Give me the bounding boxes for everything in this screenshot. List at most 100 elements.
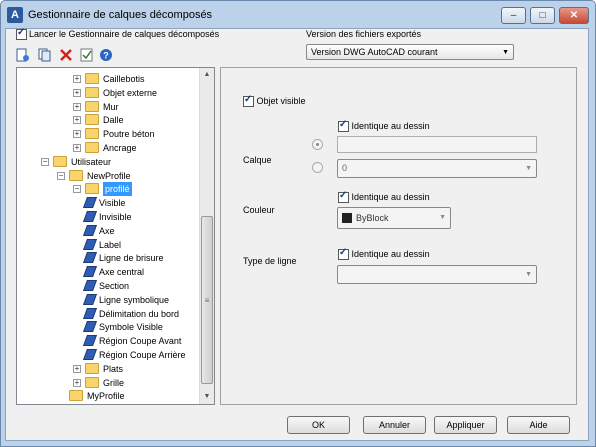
- linetype-select[interactable]: ▼: [337, 265, 537, 284]
- tree-item-label: Ligne de brisure: [99, 253, 164, 264]
- tree-item-label: Dalle: [103, 115, 124, 126]
- maximize-button[interactable]: □: [530, 7, 555, 24]
- scroll-thumb[interactable]: ≡: [201, 216, 213, 384]
- expand-icon[interactable]: +: [73, 88, 81, 97]
- svg-text:?: ?: [103, 51, 109, 61]
- ok-button[interactable]: OK: [287, 416, 350, 434]
- chevron-down-icon: ▼: [525, 165, 532, 172]
- tree-item-label: Axe central: [99, 267, 145, 278]
- linetype-same-label: Identique au dessin: [351, 249, 430, 259]
- tree-item-label: Ligne symbolique: [99, 294, 170, 305]
- layer-tree[interactable]: + Caillebotis + Objet externe + Mur + Dalle + Pou…: [16, 67, 215, 405]
- tree-item-label: Axe: [99, 225, 115, 236]
- calque-name-input[interactable]: [337, 136, 537, 153]
- layer-icon: [82, 321, 98, 333]
- tree-item-label: Région Coupe Arrière: [99, 350, 186, 360]
- linetype-same-checkbox[interactable]: [338, 247, 349, 261]
- layer-icon: [82, 211, 98, 222]
- tree-scrollbar[interactable]: ▲ ≡ ▼: [199, 68, 214, 404]
- calque-new-radio[interactable]: [312, 139, 323, 150]
- new-icon[interactable]: [16, 48, 30, 62]
- launch-manager-option[interactable]: Lancer le Gestionnaire de calques décomp…: [16, 27, 220, 41]
- expand-icon[interactable]: +: [73, 75, 81, 83]
- tree-item-label: Région Coupe Avant: [99, 336, 182, 347]
- couleur-same-option[interactable]: Identique au dessin: [338, 190, 430, 204]
- folder-icon: [85, 114, 99, 126]
- tree-item-label: Grille: [103, 377, 125, 388]
- launch-checkbox[interactable]: [16, 27, 27, 41]
- tree-item-label: Délimitation du bord: [99, 308, 180, 319]
- layer-icon: [82, 349, 98, 360]
- tree-item-label: Plats: [103, 363, 124, 374]
- folder-icon: [69, 390, 83, 402]
- folder-icon: [53, 155, 67, 167]
- folder-icon: [85, 128, 99, 140]
- scroll-up-icon[interactable]: ▲: [200, 68, 214, 82]
- calque-existing-radio[interactable]: [312, 162, 323, 173]
- tree-item-label: Invisible: [99, 212, 132, 222]
- launch-label: Lancer le Gestionnaire de calques décomp…: [29, 29, 220, 39]
- visible-option[interactable]: Objet visible: [243, 94, 306, 108]
- couleur-label: Couleur: [243, 205, 275, 215]
- folder-icon: [69, 169, 83, 181]
- collapse-icon[interactable]: −: [73, 185, 81, 194]
- tree-item-label: Caillebotis: [103, 74, 145, 84]
- scroll-down-icon[interactable]: ▼: [200, 390, 214, 404]
- tree-item-label: Objet externe: [103, 87, 158, 98]
- collapse-icon[interactable]: −: [41, 157, 49, 166]
- couleur-value: ByBlock: [356, 213, 389, 223]
- help-icon[interactable]: ?: [99, 48, 113, 62]
- tree-item-label: Symbole Visible: [99, 322, 163, 333]
- folder-icon: [85, 73, 99, 84]
- folder-icon: [85, 100, 99, 112]
- expand-icon[interactable]: +: [73, 378, 81, 387]
- copy-icon[interactable]: [38, 48, 52, 62]
- delete-icon[interactable]: [59, 48, 73, 62]
- window-title: Gestionnaire de calques décomposés: [28, 9, 213, 21]
- couleur-select[interactable]: ByBlock ▼: [337, 207, 451, 229]
- couleur-same-checkbox[interactable]: [338, 190, 349, 204]
- tree-item-label: Label: [99, 239, 122, 250]
- version-label: Version des fichiers exportés: [306, 29, 422, 39]
- minimize-button[interactable]: –: [501, 7, 526, 24]
- layer-icon: [82, 252, 98, 264]
- expand-icon[interactable]: +: [73, 130, 81, 139]
- calque-same-option[interactable]: Identique au dessin: [338, 119, 430, 133]
- expand-icon[interactable]: +: [73, 144, 81, 152]
- calque-select-value: 0: [342, 163, 348, 173]
- visible-label: Objet visible: [256, 96, 306, 106]
- couleur-same-label: Identique au dessin: [351, 192, 430, 202]
- calque-select[interactable]: 0 ▼: [337, 159, 537, 178]
- tree-item-label: Ancrage: [103, 143, 137, 153]
- autocad-logo-icon: A: [7, 7, 23, 23]
- apply-button[interactable]: Appliquer: [434, 416, 497, 434]
- check-icon[interactable]: [80, 48, 94, 62]
- close-button[interactable]: ✕: [559, 7, 589, 24]
- folder-icon: [85, 142, 99, 153]
- version-value: Version DWG AutoCAD courant: [311, 47, 438, 57]
- cancel-button[interactable]: Annuler: [363, 416, 426, 434]
- help-button[interactable]: Aide: [507, 416, 570, 434]
- tree-item-label: profilé: [103, 182, 132, 197]
- linetype-same-option[interactable]: Identique au dessin: [338, 247, 430, 261]
- color-swatch: [342, 213, 352, 223]
- expand-icon[interactable]: +: [73, 102, 81, 111]
- layer-icon: [82, 266, 98, 278]
- version-dropdown[interactable]: Version DWG AutoCAD courant ▼: [306, 44, 514, 60]
- folder-icon: [85, 86, 99, 98]
- folder-icon: [85, 362, 99, 374]
- calque-same-checkbox[interactable]: [338, 119, 349, 133]
- tree-item-label: Utilisateur: [71, 156, 112, 167]
- title-bar[interactable]: A Gestionnaire de calques décomposés – □…: [1, 1, 595, 29]
- calque-label: Calque: [243, 155, 272, 165]
- tree-item-label: Poutre béton: [103, 129, 155, 140]
- linetype-label: Type de ligne: [243, 256, 297, 266]
- visible-checkbox[interactable]: [243, 94, 254, 108]
- layer-icon: [82, 224, 98, 236]
- collapse-icon[interactable]: −: [57, 171, 65, 180]
- expand-icon[interactable]: +: [73, 116, 81, 125]
- folder-icon: [85, 376, 99, 388]
- tree-item-label: Mur: [103, 101, 119, 112]
- expand-icon[interactable]: +: [73, 364, 81, 373]
- chevron-down-icon: ▼: [439, 214, 446, 221]
